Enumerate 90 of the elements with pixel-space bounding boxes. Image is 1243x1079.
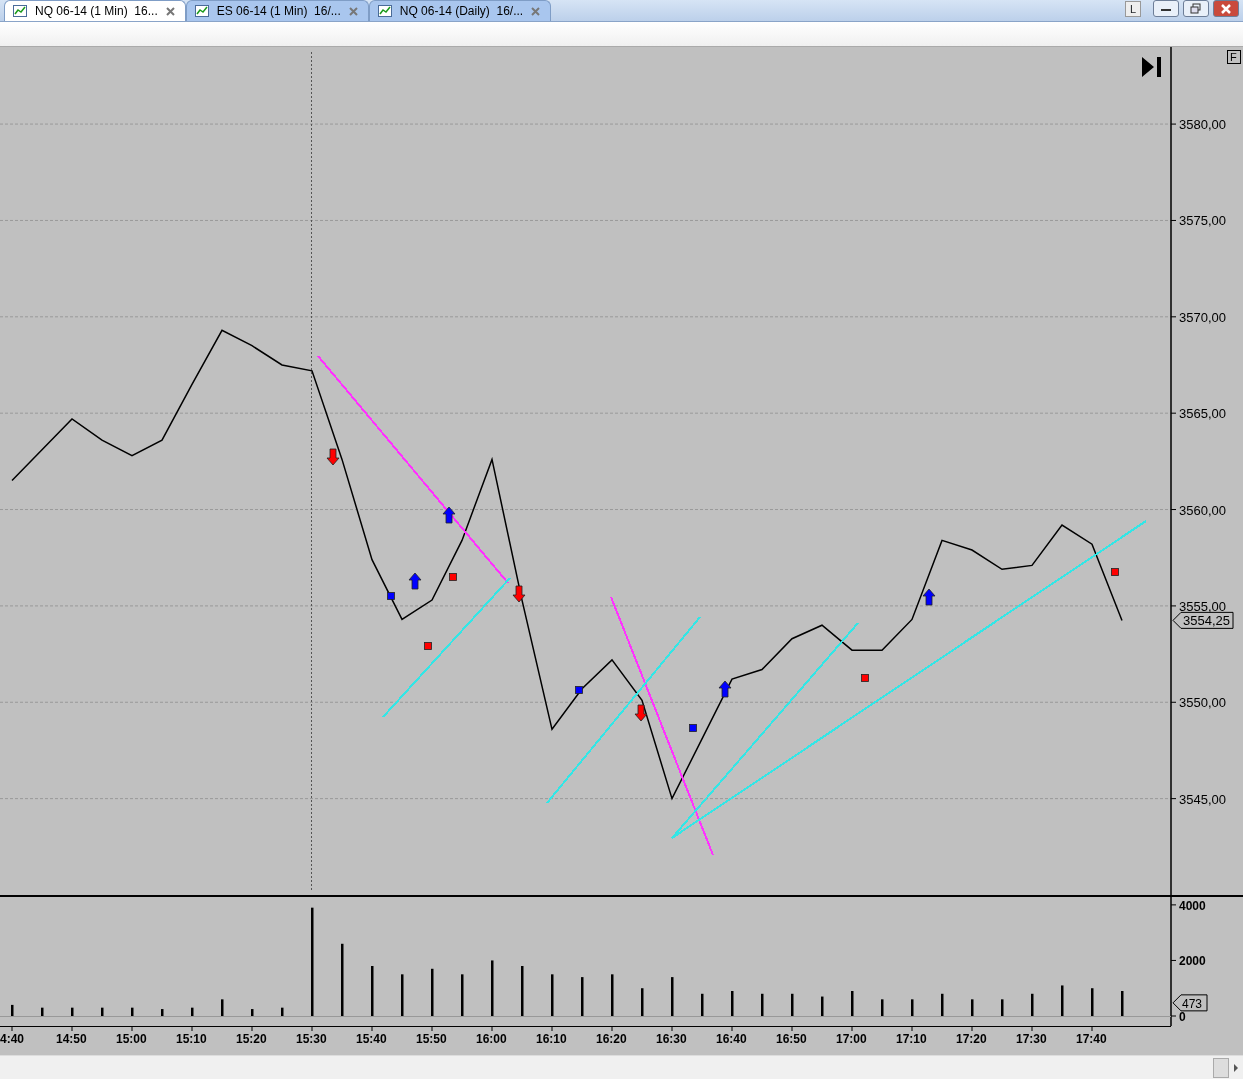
volume-bar xyxy=(611,974,614,1016)
chart-icon xyxy=(13,5,27,17)
volume-bar xyxy=(551,974,554,1016)
volume-bar xyxy=(1031,993,1034,1016)
volume-bar xyxy=(1121,991,1124,1016)
volume-bar xyxy=(731,991,734,1016)
time-axis-label: 4:40 xyxy=(0,1032,25,1046)
volume-bar xyxy=(11,1004,14,1016)
volume-bar xyxy=(131,1007,134,1016)
close-tab-icon[interactable] xyxy=(348,6,358,16)
trend-line[interactable] xyxy=(317,355,509,584)
volume-bar xyxy=(701,993,704,1016)
time-axis-label: 16:50 xyxy=(776,1032,807,1046)
chart-icon xyxy=(194,5,209,17)
volume-bar xyxy=(491,960,494,1016)
volume-axis-label: 0 xyxy=(1179,1010,1186,1024)
time-axis-label: 17:30 xyxy=(1016,1032,1047,1046)
volume-bar xyxy=(881,999,884,1016)
time-axis-label: 17:10 xyxy=(896,1032,927,1046)
price-axis-label: 3575,00 xyxy=(1179,213,1226,229)
volume-bar xyxy=(281,1007,284,1016)
volume-bar xyxy=(101,1007,104,1016)
price-axis-label: 3550,00 xyxy=(1179,695,1226,711)
time-axis-label: 16:30 xyxy=(656,1032,687,1046)
chart-tab[interactable]: NQ 06-14 (1 Min) 16... xyxy=(4,0,186,21)
time-axis-label: 17:40 xyxy=(1076,1032,1107,1046)
chart-tab[interactable]: NQ 06-14 (Daily) 16/... xyxy=(368,0,552,21)
volume-bar xyxy=(221,999,224,1016)
volume-bar xyxy=(71,1007,74,1016)
volume-bar xyxy=(161,1009,164,1016)
time-axis-label: 17:00 xyxy=(836,1032,867,1046)
volume-bar xyxy=(911,999,914,1016)
volume-bar xyxy=(251,1009,254,1016)
trend-line[interactable] xyxy=(382,577,511,718)
volume-bar xyxy=(371,966,374,1016)
volume-bar xyxy=(941,993,944,1016)
chart-icon xyxy=(377,5,392,17)
close-button[interactable] xyxy=(1213,0,1239,17)
volume-bar xyxy=(641,988,644,1016)
last-volume-tag: 473 xyxy=(1172,994,1208,1012)
volume-bar xyxy=(971,999,974,1016)
volume-bar xyxy=(41,1007,44,1016)
price-axis-label: 3565,00 xyxy=(1179,406,1226,422)
price-axis-label: 3545,00 xyxy=(1179,791,1226,807)
time-axis-label: 14:50 xyxy=(56,1032,87,1046)
price-axis-label: 3570,00 xyxy=(1179,309,1226,325)
time-axis-label: 15:10 xyxy=(176,1032,207,1046)
layout-button[interactable]: L xyxy=(1125,0,1141,17)
volume-bar xyxy=(521,966,524,1016)
volume-bar xyxy=(1061,985,1064,1016)
close-tab-icon[interactable] xyxy=(531,6,541,16)
close-tab-icon[interactable] xyxy=(165,6,175,16)
time-axis-label: 15:50 xyxy=(416,1032,447,1046)
scroll-right-icon[interactable] xyxy=(1233,1063,1239,1072)
restore-button[interactable] xyxy=(1183,0,1209,17)
scrollbar-thumb[interactable] xyxy=(1213,1057,1229,1078)
go-to-end-icon[interactable] xyxy=(1142,57,1161,77)
trend-line[interactable] xyxy=(671,622,859,839)
time-axis-label: 15:30 xyxy=(296,1032,327,1046)
format-button[interactable]: F xyxy=(1227,50,1241,64)
time-axis-label: 15:40 xyxy=(356,1032,387,1046)
minimize-button[interactable] xyxy=(1153,0,1179,17)
volume-bar xyxy=(821,996,824,1016)
volume-bar xyxy=(401,974,404,1016)
time-axis-label: 16:00 xyxy=(476,1032,507,1046)
trend-line[interactable] xyxy=(610,596,714,856)
volume-axis-label: 2000 xyxy=(1179,954,1206,969)
time-axis-label: 15:00 xyxy=(116,1032,147,1046)
price-axis-label: 3555,00 xyxy=(1179,598,1226,614)
last-price-tag: 3554,25 xyxy=(1172,611,1234,629)
time-axis-label: 17:20 xyxy=(956,1032,987,1046)
volume-bar xyxy=(1001,999,1004,1016)
volume-bar xyxy=(1091,988,1094,1016)
volume-bar xyxy=(581,977,584,1016)
volume-bar xyxy=(851,991,854,1016)
volume-bar xyxy=(761,993,764,1016)
time-axis-label: 16:40 xyxy=(716,1032,747,1046)
chart-tab[interactable]: ES 06-14 (1 Min) 16/... xyxy=(185,0,369,21)
volume-bar xyxy=(461,974,464,1016)
trend-line[interactable] xyxy=(546,616,701,804)
volume-bar xyxy=(671,977,674,1016)
volume-bar xyxy=(431,968,434,1016)
time-axis-label: 15:20 xyxy=(236,1032,267,1046)
volume-bar xyxy=(791,993,794,1016)
time-axis-label: 16:20 xyxy=(596,1032,627,1046)
price-axis-label: 3580,00 xyxy=(1179,117,1226,133)
time-axis-label: 16:10 xyxy=(536,1032,567,1046)
volume-bar xyxy=(191,1007,194,1016)
volume-axis-label: 4000 xyxy=(1179,898,1206,913)
price-axis-label: 3560,00 xyxy=(1179,502,1226,518)
